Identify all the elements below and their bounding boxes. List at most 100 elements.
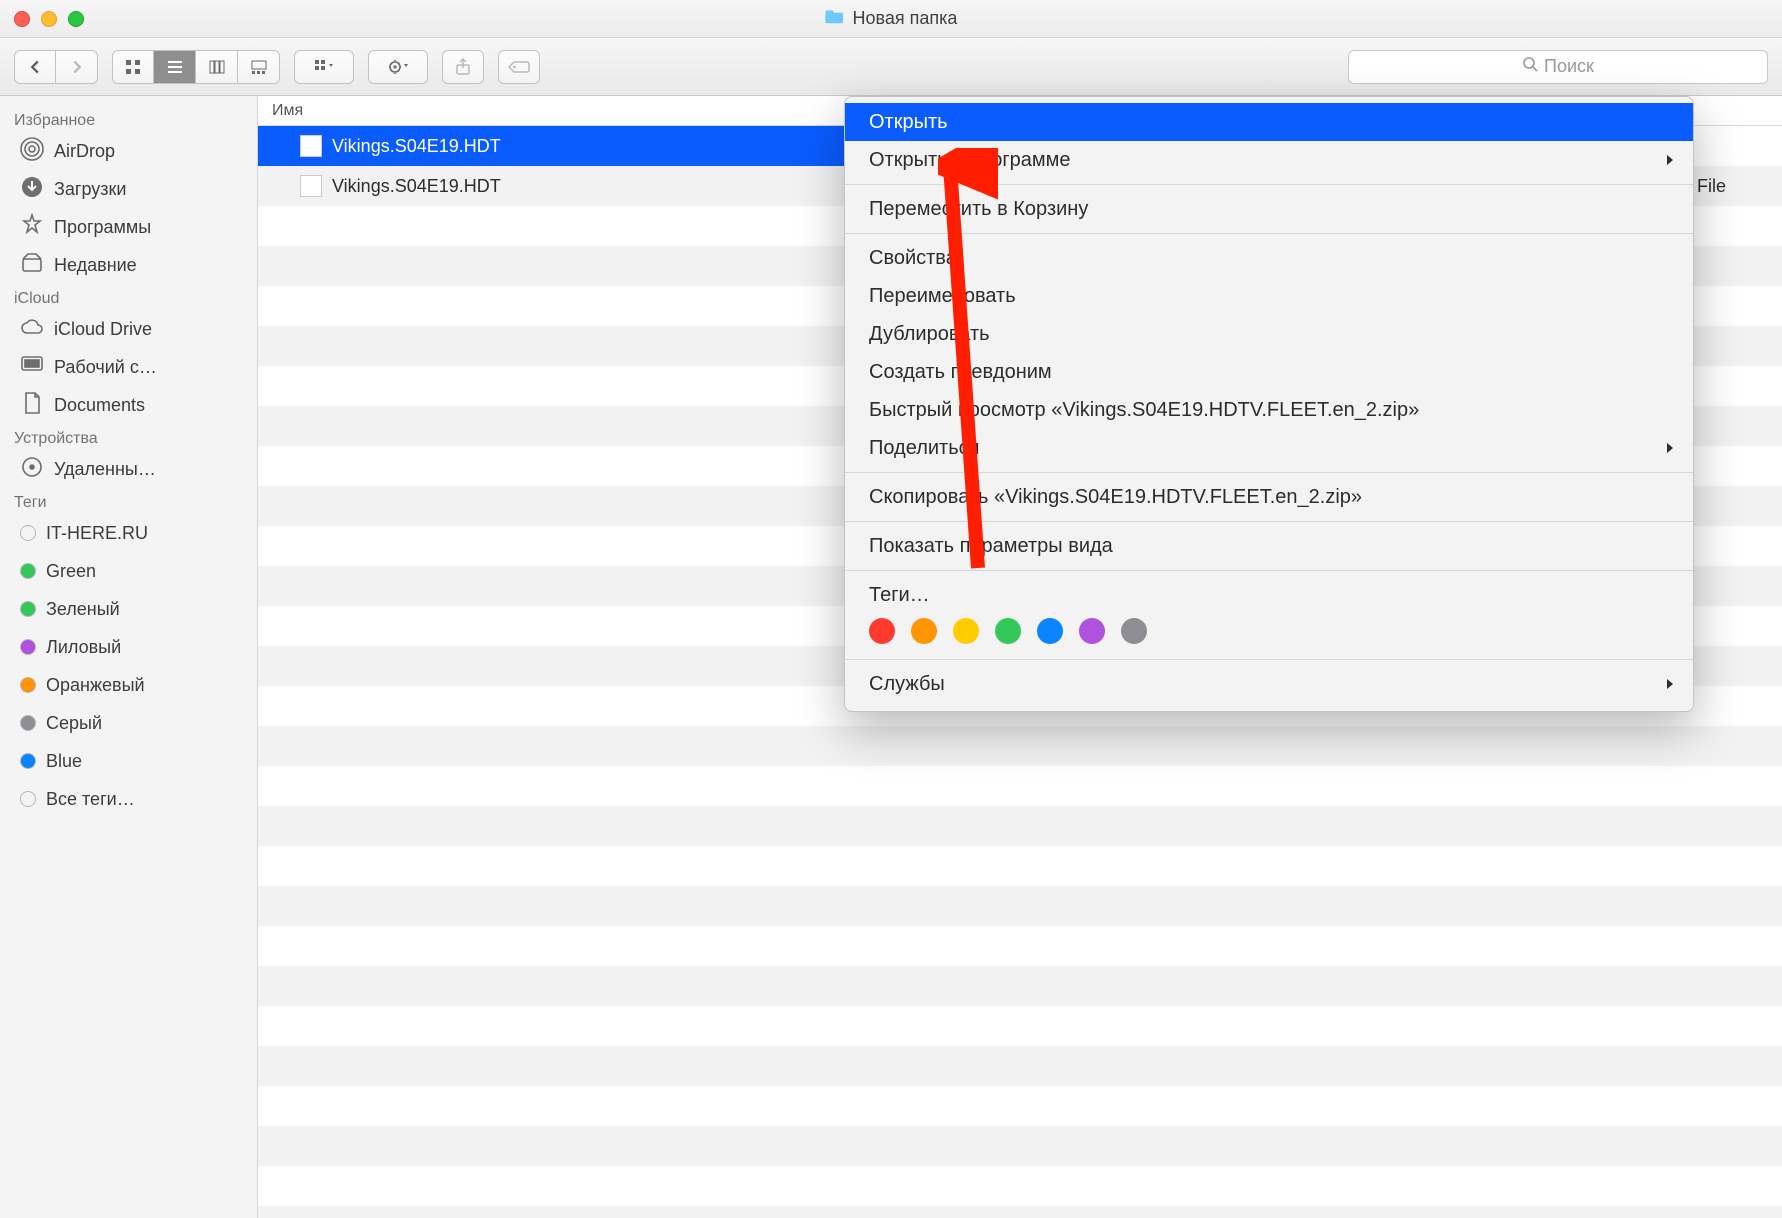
toolbar: Поиск [0,38,1782,96]
tag-dot-icon [20,677,36,693]
remote-disc-icon [20,455,44,484]
menu-item[interactable]: Показать параметры вида [845,527,1693,565]
sidebar-item-label: Все теги… [46,789,135,810]
search-placeholder: Поиск [1544,56,1594,77]
menu-item[interactable]: Службы [845,665,1693,703]
sidebar: Избранное AirDrop Загрузки Программы Недавни… [0,96,258,1218]
sidebar-item[interactable]: Недавние [0,246,257,284]
tag-color-dot[interactable] [953,618,979,644]
sidebar-item[interactable]: Documents [0,386,257,424]
sidebar-item-label: Оранжевый [46,675,145,696]
sidebar-item-label: Green [46,561,96,582]
tag-dot-icon [20,639,36,655]
menu-separator [845,521,1693,522]
tag-dot-icon [20,525,36,541]
submenu-arrow-icon [1665,673,1675,696]
tag-dot-icon [20,601,36,617]
sidebar-section-header: iCloud [0,284,257,310]
sidebar-item[interactable]: IT-HERE.RU [0,514,257,552]
recents-icon [20,251,44,280]
tags-button[interactable] [498,50,540,84]
sidebar-item[interactable]: iCloud Drive [0,310,257,348]
tag-color-dot[interactable] [869,618,895,644]
search-field[interactable]: Поиск [1348,50,1768,84]
sidebar-item-label: Лиловый [46,637,121,658]
menu-item[interactable]: Открыть в программе [845,141,1693,179]
tag-dot-icon [20,715,36,731]
sidebar-item[interactable]: Green [0,552,257,590]
menu-item[interactable]: Создать псевдоним [845,353,1693,391]
sidebar-item[interactable]: Программы [0,208,257,246]
sidebar-item-label: Зеленый [46,599,120,620]
sidebar-item[interactable]: Все теги… [0,780,257,818]
file-name: Vikings.S04E19.HDT [332,136,501,157]
window-zoom-button[interactable] [68,11,84,27]
sidebar-item[interactable]: Оранжевый [0,666,257,704]
desktop-icon [20,353,44,382]
sidebar-item-label: AirDrop [54,141,115,162]
menu-item[interactable]: Открыть [845,103,1693,141]
sidebar-section-header: Теги [0,488,257,514]
view-switcher [112,50,280,84]
tag-dot-icon [20,563,36,579]
menu-item[interactable]: Свойства [845,239,1693,277]
forward-button[interactable] [56,50,98,84]
menu-item[interactable]: Теги… [845,576,1693,614]
cloud-icon [20,315,44,344]
menu-item[interactable]: Переименовать [845,277,1693,315]
view-list-button[interactable] [154,50,196,84]
sidebar-item[interactable]: Загрузки [0,170,257,208]
apps-icon [20,213,44,242]
file-name: Vikings.S04E19.HDT [332,176,501,197]
view-columns-button[interactable] [196,50,238,84]
tag-color-dot[interactable] [911,618,937,644]
menu-separator [845,472,1693,473]
arrange-button[interactable] [294,50,354,84]
tag-color-dot[interactable] [1079,618,1105,644]
sidebar-item-label: Серый [46,713,102,734]
file-icon [300,135,322,157]
sidebar-item[interactable]: Удаленны… [0,450,257,488]
downloads-icon [20,175,44,204]
window-title: Новая папка [853,8,958,29]
menu-item[interactable]: Поделиться [845,429,1693,467]
nav-buttons [14,50,98,84]
context-menu: ОткрытьОткрыть в программе Переместить в … [844,96,1694,712]
sidebar-item-label: Недавние [54,255,137,276]
tag-color-dot[interactable] [1121,618,1147,644]
sidebar-item[interactable]: Серый [0,704,257,742]
window-close-button[interactable] [14,11,30,27]
sidebar-item[interactable]: Рабочий с… [0,348,257,386]
search-icon [1522,56,1538,77]
sidebar-item[interactable]: Зеленый [0,590,257,628]
tag-dot-icon [20,753,36,769]
sidebar-section-header: Избранное [0,106,257,132]
menu-item[interactable]: Дублировать [845,315,1693,353]
menu-item[interactable]: Скопировать «Vikings.S04E19.HDTV.FLEET.e… [845,478,1693,516]
view-icons-button[interactable] [112,50,154,84]
tag-color-dot[interactable] [995,618,1021,644]
menu-item[interactable]: Быстрый просмотр «Vikings.S04E19.HDTV.FL… [845,391,1693,429]
share-button[interactable] [442,50,484,84]
menu-separator [845,570,1693,571]
action-button[interactable] [368,50,428,84]
sidebar-item[interactable]: Лиловый [0,628,257,666]
menu-tag-colors [845,614,1693,654]
sidebar-item-label: iCloud Drive [54,319,152,340]
sidebar-item-label: Рабочий с… [54,357,157,378]
menu-item[interactable]: Переместить в Корзину [845,190,1693,228]
sidebar-item[interactable]: AirDrop [0,132,257,170]
sidebar-item-label: Documents [54,395,145,416]
tag-color-dot[interactable] [1037,618,1063,644]
view-gallery-button[interactable] [238,50,280,84]
back-button[interactable] [14,50,56,84]
documents-icon [20,391,44,420]
menu-separator [845,659,1693,660]
sidebar-item-label: IT-HERE.RU [46,523,148,544]
sidebar-item-label: Программы [54,217,151,238]
folder-icon [825,8,845,29]
sidebar-item[interactable]: Blue [0,742,257,780]
sidebar-item-label: Blue [46,751,82,772]
window-minimize-button[interactable] [41,11,57,27]
menu-separator [845,184,1693,185]
